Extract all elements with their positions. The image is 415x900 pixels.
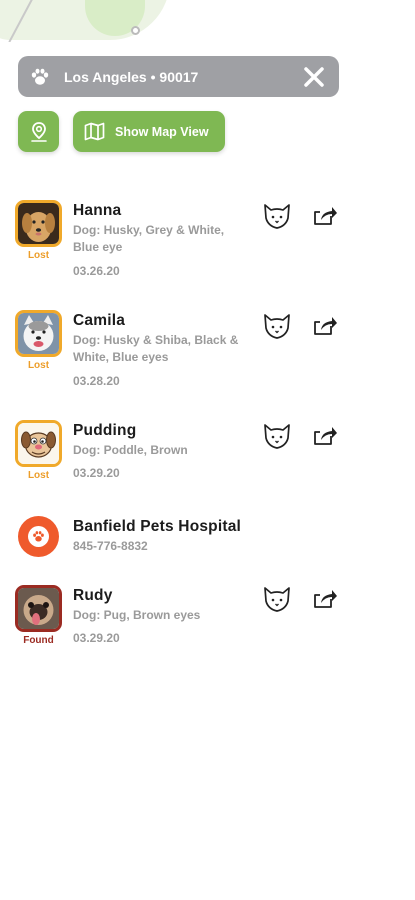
status-badge: Lost xyxy=(27,360,50,371)
status-badge: Found xyxy=(23,635,54,646)
pet-name: Pudding xyxy=(73,422,137,439)
map-peek[interactable] xyxy=(0,0,415,42)
paw-icon xyxy=(33,531,44,542)
pet-date: 03.28.20 xyxy=(73,374,120,388)
pet-name: Camila xyxy=(73,312,126,329)
cat-face-icon[interactable] xyxy=(262,585,292,613)
pet-description: Dog: Pug, Brown eyes xyxy=(73,608,201,622)
hospital-phone[interactable]: 845-776-8832 xyxy=(73,539,148,553)
golden-retriever-photo xyxy=(18,203,59,244)
pet-description: Dog: Poddle, Brown xyxy=(73,443,188,457)
pet-avatar xyxy=(15,200,62,247)
show-map-view-label: Show Map View xyxy=(115,124,209,139)
pet-avatar xyxy=(15,585,62,632)
location-search-bar[interactable]: Los Angeles • 90017 xyxy=(18,56,339,97)
location-text: Los Angeles • 90017 xyxy=(64,68,199,85)
hospital-icon xyxy=(18,516,59,557)
pet-avatar xyxy=(15,310,62,357)
status-badge: Lost xyxy=(27,470,50,481)
hospital-name: Banfield Pets Hospital xyxy=(73,518,242,535)
pet-description: Dog: Husky & Shiba, Black & White, Blue … xyxy=(73,333,239,364)
share-icon[interactable] xyxy=(312,204,338,228)
cartoon-dog-drawing xyxy=(18,423,59,464)
map-icon xyxy=(84,122,105,141)
clear-location-button[interactable] xyxy=(301,64,327,90)
pet-avatar xyxy=(15,420,62,467)
husky-photo xyxy=(18,313,59,354)
show-map-view-button[interactable]: Show Map View xyxy=(73,111,225,152)
share-icon[interactable] xyxy=(312,587,338,611)
pet-date: 03.26.20 xyxy=(73,264,120,278)
pet-name: Rudy xyxy=(73,587,113,604)
cat-face-icon[interactable] xyxy=(262,422,292,450)
share-icon[interactable] xyxy=(312,314,338,338)
cat-face-icon[interactable] xyxy=(262,312,292,340)
paw-icon xyxy=(31,68,49,85)
pet-date: 03.29.20 xyxy=(73,466,120,480)
cat-face-icon[interactable] xyxy=(262,202,292,230)
pet-date: 03.29.20 xyxy=(73,631,120,645)
map-location-dot xyxy=(131,26,140,35)
location-pin-button[interactable] xyxy=(18,111,59,152)
close-icon xyxy=(304,66,324,87)
map-pin-icon xyxy=(30,121,47,142)
pug-photo xyxy=(18,588,59,629)
status-badge: Lost xyxy=(27,250,50,261)
pet-description: Dog: Husky, Grey & White, Blue eye xyxy=(73,223,225,254)
share-icon[interactable] xyxy=(312,424,338,448)
pet-name: Hanna xyxy=(73,202,122,219)
